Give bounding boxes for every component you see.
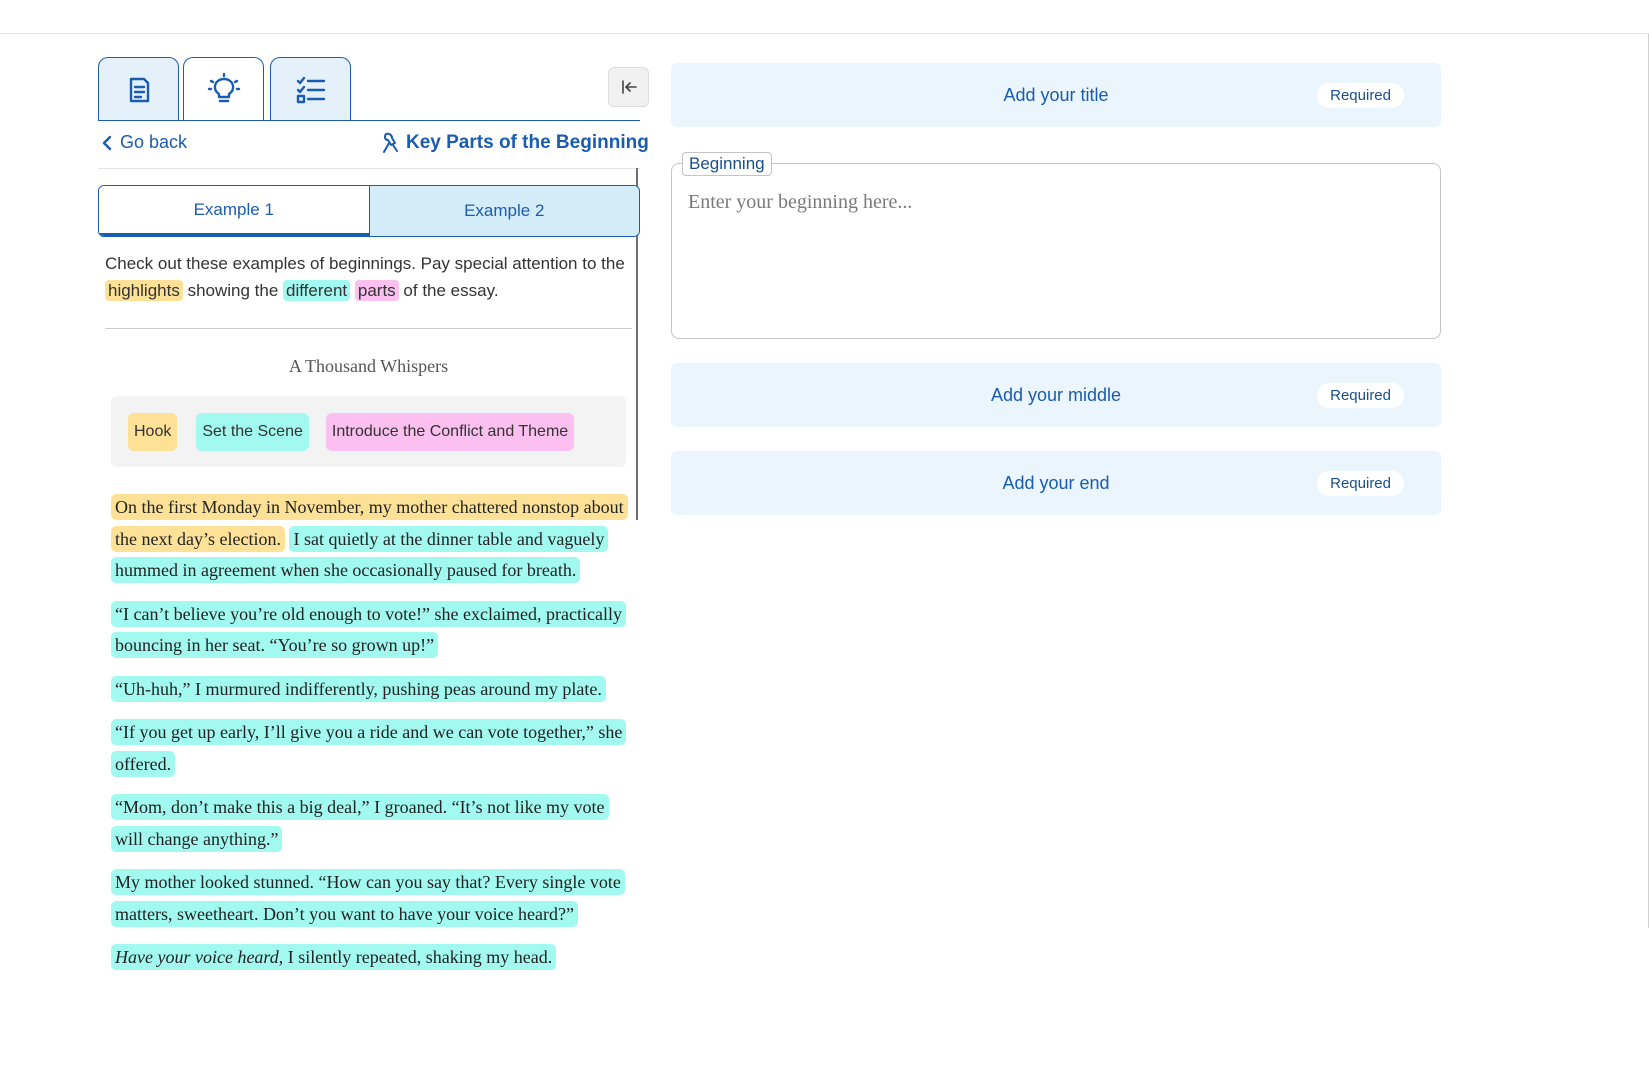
checklist-icon [296,76,325,103]
required-badge: Required [1317,471,1404,496]
tab-checklist[interactable] [270,57,351,121]
essay-paragraph: “I can’t believe you’re old enough to vo… [111,599,631,662]
add-end-card[interactable]: Add your end Required [671,451,1441,515]
subheader-divider [98,168,640,169]
add-end-label: Add your end [1002,472,1110,493]
essay-paragraph: Have your voice heard, I silently repeat… [111,942,631,974]
collapse-panel-button[interactable] [608,67,649,107]
intro-highlight-conflict: parts [354,280,399,301]
essay-body: On the first Monday in November, my moth… [111,492,631,986]
example-2-tab[interactable]: Example 2 [368,186,639,236]
intro-part3: of the essay. [403,281,499,300]
essay-title: A Thousand Whispers [288,356,449,376]
add-middle-label: Add your middle [990,384,1122,405]
legend-scene-chip[interactable]: Set the Scene [196,412,309,451]
scene-highlight: “Uh-huh,” I murmured indifferently, push… [111,675,606,702]
go-back-link[interactable]: Go back [100,132,187,153]
scene-highlight: Have your voice heard, I silently repeat… [111,944,557,970]
scene-highlight: “Mom, don’t make this a big deal,” I gro… [111,794,609,852]
intro-divider [105,328,632,329]
essay-paragraph: On the first Monday in November, my moth… [111,492,631,587]
essay-paragraph: “Mom, don’t make this a big deal,” I gro… [111,792,631,855]
pin-icon [383,132,398,153]
beginning-input[interactable] [674,181,1438,335]
example-1-tab[interactable]: Example 1 [99,186,369,236]
section-title-text: Key Parts of the Beginning [406,132,649,153]
document-icon [129,77,149,102]
essay-paragraph: “If you get up early, I’ll give you a ri… [111,717,631,780]
scene-highlight: “I can’t believe you’re old enough to vo… [111,600,626,658]
add-title-label: Add your title [1003,84,1109,105]
intro-part1: Check out these examples of beginnings. … [105,254,625,273]
intro-text: Check out these examples of beginnings. … [105,250,625,304]
section-title: Key Parts of the Beginning [378,131,649,155]
chevron-left-icon [102,135,112,150]
intro-highlight-hook: highlights [105,280,183,301]
tab-document[interactable] [98,57,179,121]
beginning-legend: Beginning [682,152,772,176]
legend-hook-chip[interactable]: Hook [128,412,178,451]
scene-highlight: My mother looked stunned. “How can you s… [111,869,625,927]
essay-paragraph: “Uh-huh,” I murmured indifferently, push… [111,674,631,706]
tab-tips[interactable] [183,57,264,121]
legend-conflict-chip[interactable]: Introduce the Conflict and Theme [325,412,575,451]
paragraph-rest: , I silently repeated, shaking my head. [278,947,553,967]
intro-part2: showing the [187,281,279,300]
tabs-underline [98,120,640,121]
collapse-left-icon [621,80,637,94]
add-title-card[interactable]: Add your title Required [671,63,1441,127]
go-back-label: Go back [120,132,188,152]
italic-phrase: Have your voice heard [115,947,279,967]
lightbulb-icon [207,72,240,102]
required-badge: Required [1317,383,1404,408]
example-selector: Example 1 Example 2 [98,185,640,237]
essay-paragraph: My mother looked stunned. “How can you s… [111,867,631,930]
scene-highlight: “If you get up early, I’ll give you a ri… [111,719,627,777]
intro-highlight-scene: different [283,280,351,301]
required-badge: Required [1317,83,1404,108]
add-middle-card[interactable]: Add your middle Required [671,363,1441,427]
top-bar [0,0,1649,34]
highlight-legend: Hook Set the Scene Introduce the Conflic… [111,396,626,467]
